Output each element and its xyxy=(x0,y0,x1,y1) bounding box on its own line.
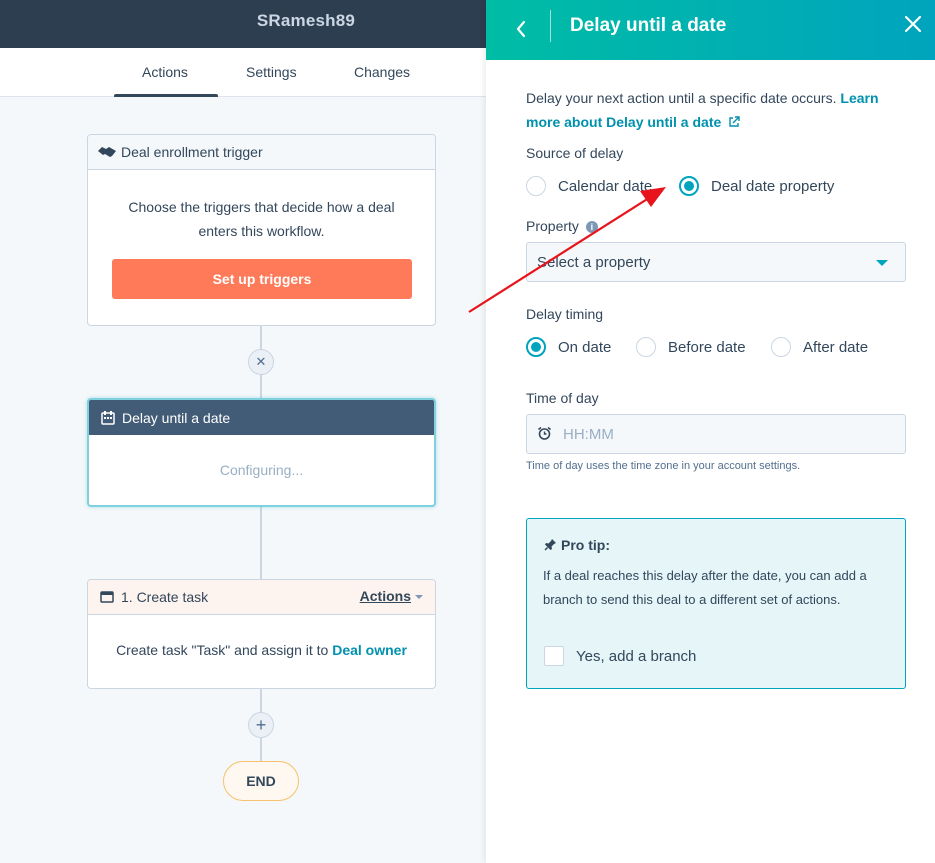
learn-more-link[interactable]: Learn xyxy=(840,90,878,106)
task-desc-text: Create task "Task" and assign it to xyxy=(116,642,333,658)
caret-down-icon xyxy=(876,260,888,266)
calendar-date-label: Calendar date xyxy=(558,177,653,195)
configuring-status: Configuring... xyxy=(219,462,304,478)
calendar-icon xyxy=(98,410,118,426)
delay-timing-label: Delay timing xyxy=(526,306,604,322)
pro-tip-title-text: Pro tip: xyxy=(561,537,610,553)
after-date-label: After date xyxy=(803,338,869,356)
radio-calendar-date[interactable] xyxy=(526,176,546,196)
chevron-left-icon xyxy=(516,20,526,38)
tab-actions[interactable]: Actions xyxy=(142,64,188,80)
property-label-text: Property xyxy=(526,218,579,234)
trigger-title: Deal enrollment trigger xyxy=(121,144,263,160)
pin-icon xyxy=(544,539,556,551)
remove-action-button[interactable]: ✕ xyxy=(248,349,274,375)
actions-label: Actions xyxy=(359,588,411,604)
deal-owner-link[interactable]: Deal owner xyxy=(332,642,407,658)
time-of-day-input[interactable]: HH:MM xyxy=(526,414,906,454)
before-date-label: Before date xyxy=(668,338,746,356)
close-icon xyxy=(904,15,922,33)
delay-action-card[interactable]: Delay until a date Configuring... xyxy=(87,398,436,507)
source-option-deal-property[interactable]: Deal date property xyxy=(679,176,834,196)
task-card-header: 1. Create task Actions xyxy=(88,580,435,615)
source-of-delay-label: Source of delay xyxy=(526,145,624,161)
deal-date-property-label: Deal date property xyxy=(711,177,835,195)
description-text: Delay your next action until a specific … xyxy=(526,90,837,106)
external-link-icon xyxy=(729,116,740,127)
create-task-card[interactable]: 1. Create task Actions Create task "Task… xyxy=(87,579,436,689)
timing-option-before-date[interactable]: Before date xyxy=(636,337,746,357)
radio-before-date[interactable] xyxy=(636,337,656,357)
task-icon xyxy=(97,589,117,605)
time-of-day-label: Time of day xyxy=(526,390,599,406)
app-header: SRamesh89 xyxy=(0,0,486,48)
panel-description: Delay your next action until a specific … xyxy=(526,86,896,134)
radio-deal-date-property[interactable] xyxy=(679,176,699,196)
property-select[interactable]: Select a property xyxy=(526,242,906,282)
workflow-tabs: Actions Settings Changes xyxy=(0,48,486,97)
on-date-label: On date xyxy=(558,338,612,356)
trigger-description: Choose the triggers that decide how a de… xyxy=(88,170,435,243)
time-zone-hint: Time of day uses the time zone in your a… xyxy=(526,460,801,472)
trigger-desc-line1: Choose the triggers that decide how a de… xyxy=(128,199,395,215)
tab-settings[interactable]: Settings xyxy=(246,64,297,80)
delay-card-title: Delay until a date xyxy=(122,409,231,426)
chevron-down-icon xyxy=(415,595,423,600)
info-icon[interactable]: i xyxy=(585,221,598,233)
property-label: Property i xyxy=(526,218,598,234)
pro-tip-box: Pro tip: If a deal reaches this delay af… xyxy=(526,518,906,689)
trigger-desc-line2: enters this workflow. xyxy=(198,223,325,239)
task-description: Create task "Task" and assign it to Deal… xyxy=(88,615,435,662)
plus-icon: + xyxy=(255,714,267,735)
pro-tip-text: If a deal reaches this delay after the d… xyxy=(543,568,867,607)
header-divider xyxy=(550,10,551,42)
task-card-title: 1. Create task xyxy=(121,589,209,605)
task-actions-menu[interactable]: Actions xyxy=(360,588,423,604)
timing-option-on-date[interactable]: On date xyxy=(526,337,611,357)
trigger-card-header: Deal enrollment trigger xyxy=(88,135,435,170)
time-placeholder: HH:MM xyxy=(563,426,614,443)
close-panel-button[interactable] xyxy=(903,14,923,34)
set-up-triggers-button[interactable]: Set up triggers xyxy=(112,259,412,299)
panel-header: Delay until a date xyxy=(486,0,935,60)
panel-title: Delay until a date xyxy=(570,15,727,36)
connector-line xyxy=(260,507,262,579)
enrollment-trigger-card[interactable]: Deal enrollment trigger Choose the trigg… xyxy=(87,134,436,326)
delay-card-header: Delay until a date xyxy=(89,400,434,435)
delay-settings-panel: Delay until a date Delay your next actio… xyxy=(486,0,935,863)
end-node: END xyxy=(223,761,299,801)
alarm-clock-icon xyxy=(538,426,551,440)
property-select-value: Select a property xyxy=(537,254,651,271)
tab-changes[interactable]: Changes xyxy=(354,64,410,80)
radio-after-date[interactable] xyxy=(771,337,791,357)
add-branch-checkbox[interactable] xyxy=(544,646,564,666)
close-icon: ✕ xyxy=(255,354,267,369)
add-branch-option[interactable]: Yes, add a branch xyxy=(544,646,696,666)
source-option-calendar[interactable]: Calendar date xyxy=(526,176,652,196)
pro-tip-title: Pro tip: xyxy=(544,537,610,553)
learn-more-link-cont[interactable]: more about Delay until a date xyxy=(526,114,721,130)
add-branch-label: Yes, add a branch xyxy=(576,647,697,665)
add-action-button[interactable]: + xyxy=(248,712,274,738)
timing-option-after-date[interactable]: After date xyxy=(771,337,868,357)
handshake-icon xyxy=(97,144,117,160)
back-button[interactable] xyxy=(508,16,534,42)
radio-on-date[interactable] xyxy=(526,337,546,357)
